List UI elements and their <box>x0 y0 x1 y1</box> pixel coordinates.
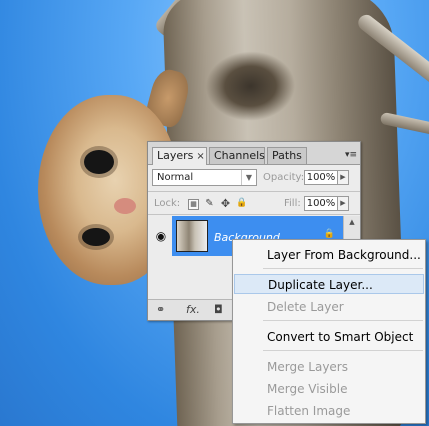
lock-image-icon[interactable]: ✎ <box>204 199 215 210</box>
fill-field[interactable]: 100% <box>304 196 338 211</box>
panel-menu-icon[interactable]: ▾≡ <box>345 150 357 160</box>
menu-separator <box>263 268 423 269</box>
chevron-right-icon[interactable]: ▶ <box>338 196 349 211</box>
menu-item-flatten-image[interactable]: Flatten Image <box>234 401 424 421</box>
tab-label: Layers <box>157 149 194 162</box>
menu-item-merge-layers[interactable]: Merge Layers <box>234 357 424 377</box>
tab-label: Channels <box>214 149 265 162</box>
opacity-field[interactable]: 100% <box>304 170 338 185</box>
squirrel-nose <box>114 198 136 214</box>
blend-mode-value: Normal <box>157 172 194 183</box>
visibility-eye-icon[interactable]: ◉ <box>150 216 173 256</box>
tab-paths[interactable]: Paths <box>267 147 307 164</box>
tab-layers[interactable]: Layers × <box>152 147 207 165</box>
fill-label: Fill: <box>284 198 301 209</box>
panel-tab-bar: Layers × Channels Paths ▾≡ <box>148 142 360 165</box>
lock-position-icon[interactable]: ✥ <box>220 198 231 210</box>
link-layers-icon[interactable]: ⚭ <box>156 303 165 316</box>
squirrel-eye <box>82 228 110 246</box>
opacity-label: Opacity: <box>263 172 305 183</box>
menu-item-layer-from-background[interactable]: Layer From Background... <box>234 245 424 265</box>
divider <box>148 214 360 215</box>
divider <box>148 191 360 192</box>
menu-item-convert-to-smart-object[interactable]: Convert to Smart Object <box>234 327 424 347</box>
scroll-up-icon[interactable]: ▲ <box>344 216 360 228</box>
blend-row: Normal ▼ Opacity: 100% ▶ <box>152 168 356 190</box>
layer-thumbnail <box>176 220 208 252</box>
close-icon[interactable]: × <box>196 151 204 162</box>
tab-label: Paths <box>272 149 302 162</box>
lock-transparent-icon[interactable]: ▦ <box>188 199 199 210</box>
chevron-down-icon[interactable]: ▼ <box>241 170 256 185</box>
menu-item-duplicate-layer[interactable]: Duplicate Layer... <box>234 274 424 294</box>
context-menu: Layer From Background... Duplicate Layer… <box>232 239 426 424</box>
chevron-right-icon[interactable]: ▶ <box>338 170 349 185</box>
lock-icon: 🔒 <box>323 229 335 239</box>
lock-all-icon[interactable]: 🔒 <box>236 199 247 210</box>
fx-icon[interactable]: fx. <box>186 303 200 316</box>
menu-separator <box>263 320 423 321</box>
menu-item-merge-visible[interactable]: Merge Visible <box>234 379 424 399</box>
tab-channels[interactable]: Channels <box>209 147 265 164</box>
lock-label: Lock: <box>154 198 181 209</box>
add-mask-icon[interactable]: ◘ <box>214 303 223 316</box>
menu-separator <box>263 350 423 351</box>
menu-item-delete-layer[interactable]: Delete Layer <box>234 297 424 317</box>
squirrel-eye <box>84 150 114 174</box>
blend-mode-select[interactable]: Normal ▼ <box>152 169 257 186</box>
